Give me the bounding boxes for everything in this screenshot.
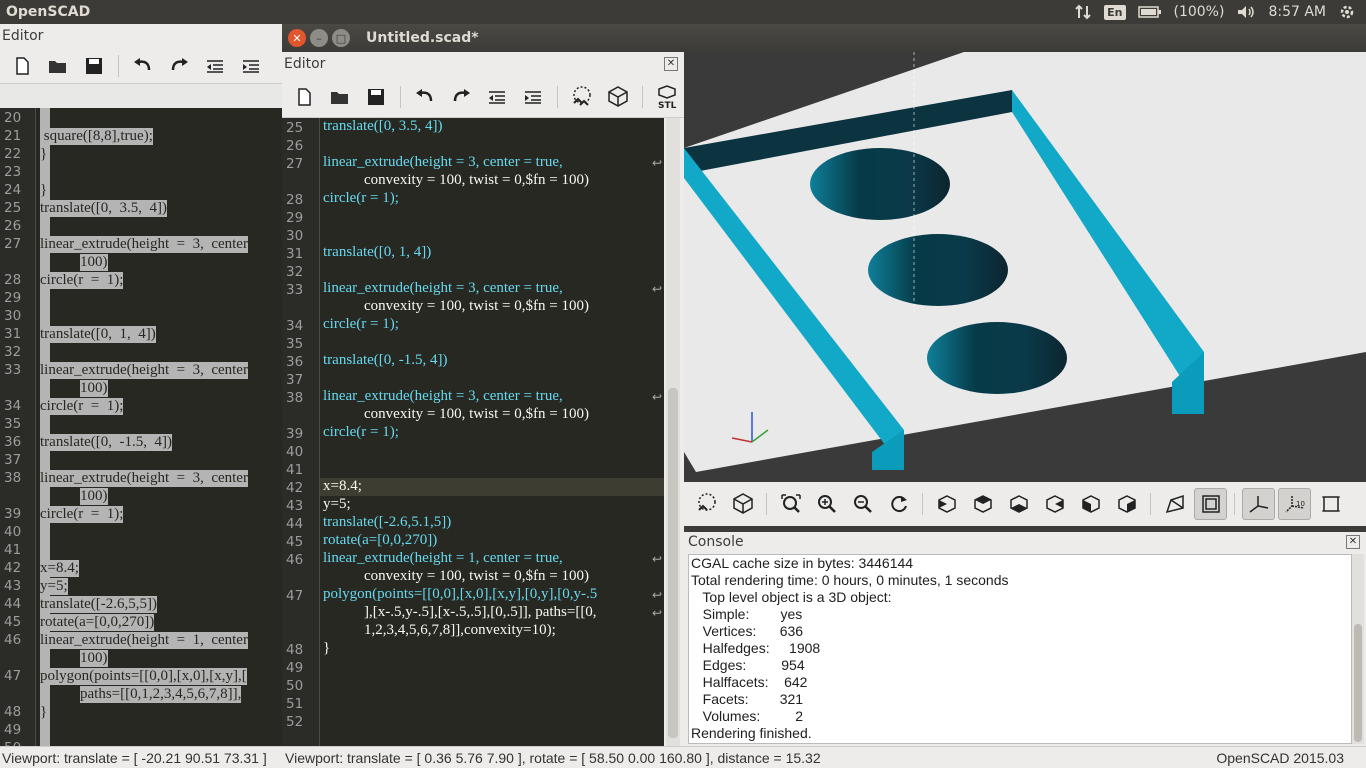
view-bottom-icon[interactable] (1002, 488, 1035, 520)
view-toolbar: 10 (684, 482, 1366, 526)
background-openscad-window[interactable]: Editor 20 21 22 23 24 25 26 27 28 29 30 … (0, 24, 290, 748)
window-minimize-button[interactable]: – (310, 29, 328, 47)
bg-code-editor[interactable]: 20 21 22 23 24 25 26 27 28 29 30 31 32 3… (0, 108, 290, 748)
console-line: Rendering finished. (691, 725, 812, 741)
unindent-icon[interactable] (481, 82, 513, 112)
save-icon[interactable] (78, 51, 110, 81)
indent-icon[interactable] (517, 82, 549, 112)
console-pane: Console ✕ CGAL cache size in bytes: 3446… (684, 532, 1366, 746)
render-icon[interactable] (726, 488, 759, 520)
show-scale-markers-icon[interactable]: 10 (1278, 488, 1311, 520)
svg-text:STL: STL (658, 101, 677, 109)
3d-viewport[interactable] (684, 52, 1366, 482)
console-line: Total rendering time: 0 hours, 0 minutes… (691, 572, 1009, 588)
open-folder-icon[interactable] (42, 51, 74, 81)
viewport-status: Viewport: translate = [ 0.36 5.76 7.90 ]… (285, 750, 821, 766)
settings-gear-icon[interactable] (1338, 3, 1356, 21)
bg-editor-title: Editor (0, 24, 290, 48)
editor-toolbar: STL (282, 76, 684, 118)
bg-editor-toolbar (0, 48, 290, 84)
console-close-icon[interactable]: ✕ (1346, 535, 1360, 549)
console-line: Top level object is a 3D object: (691, 589, 892, 605)
editor-title: Editor (284, 56, 326, 72)
perspective-icon[interactable] (1158, 488, 1191, 520)
console-line: Edges: 954 (691, 657, 805, 673)
volume-icon[interactable] (1236, 4, 1256, 20)
console-output[interactable]: CGAL cache size in bytes: 3446144 Total … (688, 554, 1352, 744)
preview-icon[interactable] (690, 488, 723, 520)
hole-2 (868, 234, 1008, 306)
window-maximize-button[interactable]: □ (332, 29, 350, 47)
wrap-indicator-icon: ↩ (652, 606, 663, 620)
console-line: Vertices: 636 (691, 623, 804, 639)
app-name: OpenSCAD (6, 4, 91, 20)
battery-percent: (100%) (1173, 4, 1225, 20)
export-stl-icon[interactable]: STL (651, 82, 683, 112)
console-line: Facets: 321 (691, 691, 804, 707)
clock[interactable]: 8:57 AM (1268, 4, 1326, 20)
wrap-indicator-icon: ↩ (652, 390, 663, 404)
console-line: Halffacets: 642 (691, 674, 808, 690)
zoom-out-icon[interactable] (846, 488, 879, 520)
view-left-icon[interactable] (1038, 488, 1071, 520)
undo-icon[interactable] (127, 51, 159, 81)
bg-viewport-status: Viewport: translate = [ -20.21 90.51 73.… (2, 750, 267, 766)
save-icon[interactable] (360, 82, 392, 112)
view-back-icon[interactable] (1110, 488, 1143, 520)
line-gutter: 25 26 27 28 29 30 31 32 33 34 35 36 37 3… (282, 118, 320, 746)
hole-3 (927, 322, 1067, 394)
console-line: Halfedges: 1908 (691, 640, 821, 656)
wrap-indicator-icon: ↩ (652, 282, 663, 296)
console-line: Volumes: 2 (691, 708, 804, 724)
editor-close-icon[interactable]: ✕ (664, 57, 678, 71)
view-all-icon[interactable] (774, 488, 807, 520)
undo-icon[interactable] (409, 82, 441, 112)
wrap-indicator-icon: ↩ (652, 552, 663, 566)
unindent-icon[interactable] (199, 51, 231, 81)
render-icon[interactable] (602, 82, 634, 112)
top-panel: OpenSCAD En (100%) 8:57 AM (0, 0, 1366, 24)
battery-icon[interactable] (1137, 5, 1162, 19)
preview-icon[interactable] (566, 82, 598, 112)
hole-1 (810, 148, 950, 220)
view-front-icon[interactable] (1074, 488, 1107, 520)
wrap-indicator-icon: ↩ (652, 156, 663, 170)
new-file-icon[interactable] (6, 51, 38, 81)
console-scrollbar[interactable] (1352, 554, 1364, 744)
zoom-in-icon[interactable] (810, 488, 843, 520)
view-top-icon[interactable] (966, 488, 999, 520)
bg-line-gutter: 20 21 22 23 24 25 26 27 28 29 30 31 32 3… (0, 108, 36, 748)
console-title: Console (688, 534, 744, 550)
wrap-indicator-icon: ↩ (652, 588, 663, 602)
show-edges-icon[interactable] (1314, 488, 1347, 520)
window-close-button[interactable]: ✕ (288, 29, 306, 47)
orthogonal-icon[interactable] (1194, 488, 1227, 520)
network-icon[interactable] (1074, 4, 1092, 20)
svg-text:10: 10 (1296, 500, 1305, 508)
new-file-icon[interactable] (288, 82, 320, 112)
show-axes-icon[interactable] (1242, 488, 1275, 520)
reset-view-icon[interactable] (882, 488, 915, 520)
code-editor[interactable]: 25 26 27 28 29 30 31 32 33 34 35 36 37 3… (282, 118, 664, 746)
window-title: Untitled.scad* (366, 30, 479, 46)
console-line: CGAL cache size in bytes: 3446144 (691, 555, 914, 571)
open-folder-icon[interactable] (324, 82, 356, 112)
current-line-highlight (320, 478, 664, 496)
redo-icon[interactable] (163, 51, 195, 81)
editor-scrollbar[interactable] (666, 118, 680, 746)
editor-pane: Editor ✕ STL 25 26 27 28 29 30 31 32 33 … (282, 52, 684, 746)
console-line: Simple: yes (691, 606, 803, 622)
window-titlebar[interactable]: ✕ – □ Untitled.scad* (282, 24, 1366, 52)
status-bar: Viewport: translate = [ -20.21 90.51 73.… (0, 746, 1366, 768)
version-label: OpenSCAD 2015.03 (1216, 750, 1344, 766)
view-right-icon[interactable] (930, 488, 963, 520)
redo-icon[interactable] (445, 82, 477, 112)
keyboard-layout-indicator[interactable]: En (1104, 4, 1126, 20)
indent-icon[interactable] (235, 51, 267, 81)
